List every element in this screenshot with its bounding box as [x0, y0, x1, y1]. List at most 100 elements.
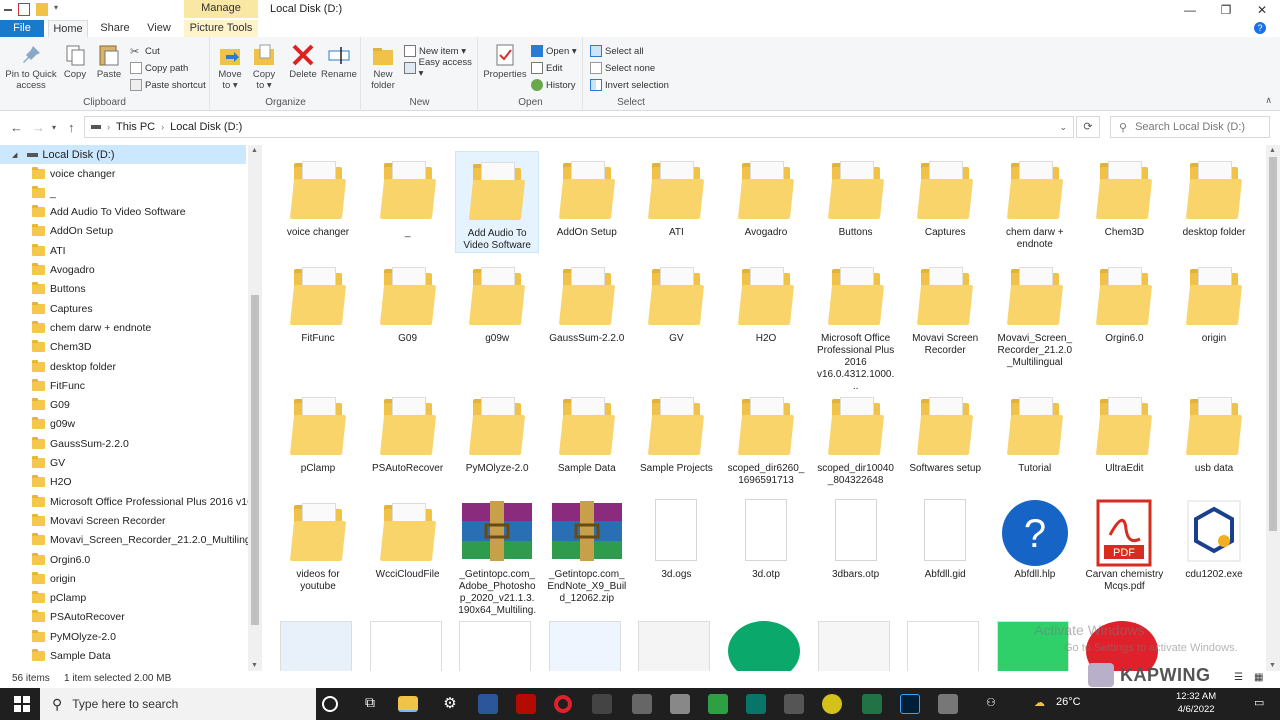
app-taskbar-icon[interactable] [784, 694, 804, 714]
open-button[interactable]: Open ▾ [531, 43, 577, 59]
file-item[interactable]: Captures [903, 151, 987, 239]
acrobat-taskbar-icon[interactable] [516, 694, 536, 714]
forward-arrow-icon[interactable]: → [32, 120, 45, 135]
file-item[interactable]: G09 [366, 257, 450, 345]
file-item[interactable]: Avogadro [724, 151, 808, 239]
file-item[interactable]: Sample Data [545, 387, 629, 475]
nav-folder-item[interactable]: H2O [32, 473, 72, 492]
nav-folder-item[interactable]: AddOn Setup [32, 222, 113, 241]
file-item[interactable]: AddOn Setup [545, 151, 629, 239]
photoshop-taskbar-icon[interactable] [900, 694, 920, 714]
file-item[interactable]: scoped_dir10040_804322648 [814, 387, 898, 487]
nav-folder-item[interactable]: GaussSum-2.2.0 [32, 434, 129, 453]
scroll-down-icon[interactable]: ▼ [1269, 662, 1276, 669]
nav-folder-item[interactable]: origin [32, 569, 76, 588]
breadcrumb-this-pc[interactable]: This PC [116, 121, 155, 133]
file-item[interactable]: FitFunc [276, 257, 360, 345]
file-item[interactable]: _Getintopc.com_EndNote_X9_Build_12062.zi… [545, 493, 629, 605]
file-item[interactable]: PyMOlyze-2.0 [455, 387, 539, 475]
nav-folder-item[interactable]: Add Audio To Video Software [32, 203, 186, 222]
file-item[interactable]: _Getintopc.com_Adobe_Photoshop_2020_v21.… [455, 493, 539, 629]
app-taskbar-icon[interactable] [938, 694, 958, 714]
app-taskbar-icon[interactable] [592, 694, 612, 714]
move-to-button[interactable]: Move to ▾ [215, 43, 245, 91]
file-item[interactable]: ? Abfdll.hlp [993, 493, 1077, 581]
refresh-icon[interactable]: ⟳ [1076, 116, 1100, 138]
file-item[interactable]: Tutorial [993, 387, 1077, 475]
nav-folder-item[interactable]: Orgin6.0 [32, 550, 90, 569]
publisher-taskbar-icon[interactable] [746, 694, 766, 714]
opera-taskbar-icon[interactable] [554, 695, 572, 713]
nav-folder-item[interactable]: Captures [32, 299, 93, 318]
content-scrollbar-thumb[interactable] [1269, 157, 1277, 531]
scroll-down-icon[interactable]: ▼ [251, 662, 258, 669]
address-field[interactable]: › This PC › Local Disk (D:) ⌄ [84, 116, 1074, 138]
easy-access-button[interactable]: Easy access ▾ [404, 57, 477, 79]
file-item[interactable]: PDF Carvan chemistry Mcqs.pdf [1082, 493, 1166, 593]
nav-folder-item[interactable]: g09w [32, 415, 75, 434]
file-item[interactable]: pClamp [276, 387, 360, 475]
rename-button[interactable]: Rename [321, 43, 357, 80]
file-item[interactable]: 3d.otp [724, 493, 808, 581]
file-item-icon-partial[interactable] [548, 621, 621, 671]
file-item[interactable]: Movavi_Screen_Recorder_21.2.0_Multilingu… [993, 257, 1077, 369]
temperature-text[interactable]: 26°C [1056, 696, 1081, 708]
file-item[interactable]: GaussSum-2.2.0 [545, 257, 629, 345]
file-item[interactable]: Add Audio To Video Software [455, 151, 540, 253]
edit-button[interactable]: Edit [531, 60, 562, 76]
nav-scrollbar[interactable]: ▲ ▼ [248, 145, 262, 671]
up-arrow-icon[interactable]: ↑ [68, 120, 75, 135]
file-item[interactable]: Buttons [814, 151, 898, 239]
paste-shortcut-button[interactable]: Paste shortcut [130, 77, 206, 93]
copy-button[interactable]: Copy [60, 43, 90, 80]
file-item[interactable]: H2O [724, 257, 808, 345]
tab-share[interactable]: Share [96, 20, 134, 37]
breadcrumb-current[interactable]: Local Disk (D:) [170, 121, 242, 133]
file-item-icon-partial[interactable] [638, 621, 711, 671]
file-item[interactable]: origin [1172, 257, 1256, 345]
help-icon[interactable]: ? [1254, 22, 1266, 34]
customize-quick-icon[interactable]: ▾ [54, 3, 62, 16]
people-icon[interactable]: ⚇ [986, 696, 996, 709]
properties-button[interactable]: Properties [483, 43, 527, 80]
file-item[interactable]: PSAutoRecover [366, 387, 450, 475]
nav-folder-item[interactable]: Movavi Screen Recorder [32, 511, 166, 530]
history-button[interactable]: History [531, 77, 576, 93]
nav-folder-item[interactable]: pClamp [32, 589, 86, 608]
minimize-button[interactable]: — [1172, 0, 1208, 20]
file-item[interactable]: GV [634, 257, 718, 345]
excel-taskbar-icon[interactable] [862, 694, 882, 714]
select-none-button[interactable]: Select none [590, 60, 655, 76]
app-taskbar-icon[interactable] [670, 694, 690, 714]
scroll-up-icon[interactable]: ▲ [251, 147, 258, 154]
expand-chevron-icon[interactable]: ◢ [12, 151, 17, 159]
nav-folder-item[interactable]: Movavi_Screen_Recorder_21.2.0_Multilingu… [32, 531, 262, 550]
file-item[interactable]: Sample Projects [634, 387, 718, 475]
taskbar-search-input[interactable]: Type here to search [72, 697, 178, 711]
copy-path-button[interactable]: Copy path [130, 60, 188, 76]
nav-folder-item[interactable]: GV [32, 454, 65, 473]
file-item[interactable]: usb data [1172, 387, 1256, 475]
file-item[interactable]: UltraEdit [1082, 387, 1166, 475]
nav-folder-item[interactable]: FitFunc [32, 376, 85, 395]
nav-folder-item[interactable]: PSAutoRecover [32, 608, 125, 627]
new-folder-quick-icon[interactable] [36, 3, 48, 16]
tab-view[interactable]: View [142, 20, 176, 37]
file-item[interactable]: desktop folder [1172, 151, 1256, 239]
nav-folder-item[interactable]: desktop folder [32, 357, 116, 376]
nav-folder-item[interactable]: _ [32, 183, 56, 202]
copy-to-button[interactable]: Copy to ▾ [249, 43, 279, 91]
weather-icon[interactable]: ☁ [1034, 696, 1045, 709]
recent-chevron-icon[interactable]: ▾ [52, 123, 56, 132]
nav-folder-item[interactable]: Chem3D [32, 338, 91, 357]
large-icons-view-icon[interactable]: ▦ [1254, 672, 1263, 683]
file-item[interactable]: Chem3D [1082, 151, 1166, 239]
nav-folder-item[interactable]: Microsoft Office Professional Plus 2016 … [32, 492, 262, 511]
file-item[interactable]: 3d.ogs [634, 493, 718, 581]
file-item[interactable]: WcciCloudFile [366, 493, 450, 581]
file-item[interactable]: chem darw + endnote [993, 151, 1077, 251]
delete-button[interactable]: Delete [287, 43, 319, 80]
search-input[interactable]: Search Local Disk (D:) [1135, 121, 1245, 133]
file-item[interactable]: videos for youtube [276, 493, 360, 593]
file-item[interactable]: 3dbars.otp [814, 493, 898, 581]
